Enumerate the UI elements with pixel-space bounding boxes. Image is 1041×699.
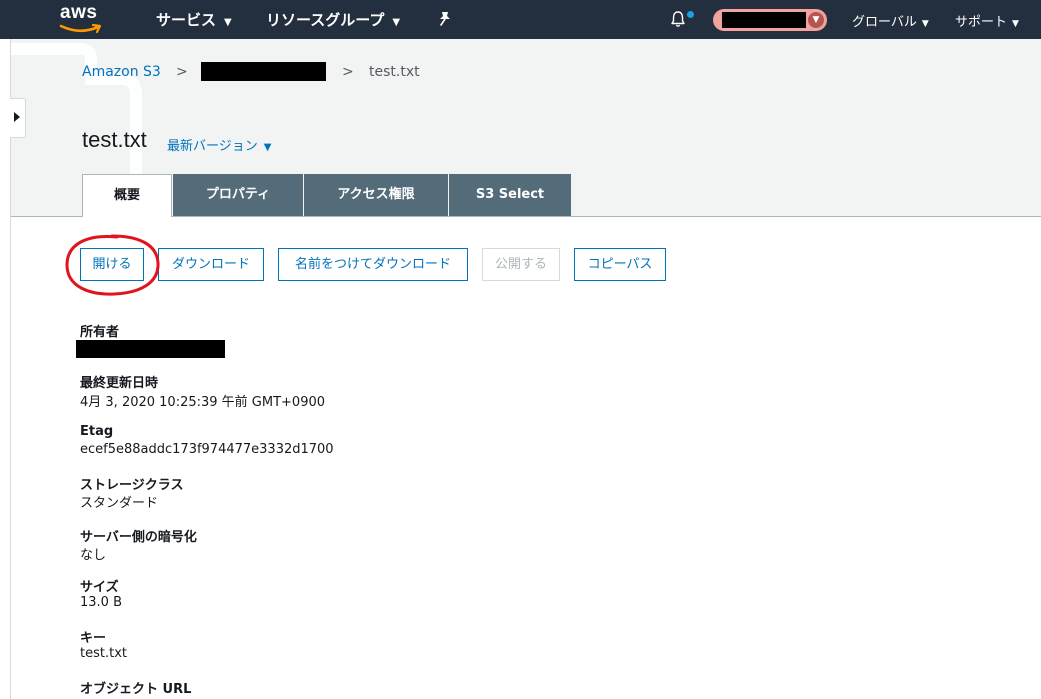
make-public-button[interactable]: 公開する (482, 248, 560, 281)
breadcrumb-current: test.txt (369, 64, 420, 80)
breadcrumb-amazon-s3[interactable]: Amazon S3 (82, 64, 161, 80)
left-rail (10, 39, 11, 699)
caret-down-icon: ▼ (263, 142, 272, 153)
object-url-label: オブジェクト URL (80, 682, 192, 697)
region-label: グローバル (852, 15, 917, 30)
chevron-down-icon: ▼ (1012, 19, 1019, 29)
last-modified-value: 4月 3, 2020 10:25:39 午前 GMT+0900 (80, 395, 326, 410)
breadcrumb: Amazon S3 (82, 64, 161, 80)
encryption-value: なし (80, 548, 107, 563)
version-label: 最新バージョン (167, 139, 258, 154)
key-value: test.txt (80, 646, 127, 661)
tab-permissions[interactable]: アクセス権限 (304, 174, 448, 216)
size-value: 13.0 B (80, 595, 122, 610)
support-label: サポート (955, 15, 1008, 30)
version-dropdown[interactable]: 最新バージョン ▼ (167, 135, 271, 154)
chevron-down-icon: ▼ (392, 17, 401, 28)
last-modified-label: 最終更新日時 (80, 376, 159, 391)
resource-groups-label: リソースグループ (266, 11, 385, 29)
redacted-bucket-name[interactable] (201, 62, 326, 81)
services-menu[interactable]: サービス ▼ (156, 9, 232, 30)
tab-overview[interactable]: 概要 (82, 174, 172, 217)
storage-class-value: スタンダード (80, 496, 159, 511)
page-title: test.txt (82, 127, 147, 152)
owner-label: 所有者 (80, 325, 120, 340)
chevron-down-icon: ▼ (808, 12, 824, 28)
highlight-circle (65, 234, 160, 296)
breadcrumb-separator: > (176, 64, 188, 80)
tab-properties[interactable]: プロパティ (173, 174, 303, 216)
aws-logo-text: aws (60, 2, 98, 23)
account-menu[interactable]: ▼ (713, 9, 827, 31)
chevron-down-icon: ▼ (921, 19, 929, 29)
download-button[interactable]: ダウンロード (158, 248, 264, 281)
etag-label: Etag (80, 424, 114, 439)
size-label: サイズ (80, 580, 119, 595)
encryption-label: サーバー側の暗号化 (80, 530, 197, 545)
key-label: キー (80, 631, 107, 646)
aws-logo[interactable]: aws (58, 2, 108, 35)
pin-icon[interactable] (438, 11, 452, 27)
support-menu[interactable]: サポート ▼ (955, 11, 1019, 30)
storage-class-label: ストレージクラス (80, 478, 184, 493)
redacted-owner (76, 340, 225, 358)
breadcrumb-separator: > (342, 64, 354, 80)
region-menu[interactable]: グローバル ▼ (852, 11, 929, 30)
chevron-right-icon (14, 112, 20, 122)
top-navigation: aws サービス ▼ リソースグループ ▼ ▼ グローバル ▼ サポート ▼ (0, 0, 1041, 39)
services-menu-label: サービス (156, 11, 217, 29)
redacted-account-name (722, 12, 806, 28)
resource-groups-menu[interactable]: リソースグループ ▼ (266, 9, 400, 30)
etag-value: ecef5e88addc173f974477e3332d1700 (80, 442, 334, 457)
aws-smile-icon (59, 23, 102, 34)
copy-path-button[interactable]: コピーパス (574, 248, 666, 281)
background-decoration (11, 43, 142, 179)
tab-s3-select[interactable]: S3 Select (449, 174, 571, 216)
notification-dot (687, 11, 694, 18)
download-as-button[interactable]: 名前をつけてダウンロード (278, 248, 468, 281)
bell-icon[interactable] (669, 10, 687, 28)
chevron-down-icon: ▼ (224, 17, 232, 28)
sidebar-toggle[interactable] (10, 98, 26, 138)
